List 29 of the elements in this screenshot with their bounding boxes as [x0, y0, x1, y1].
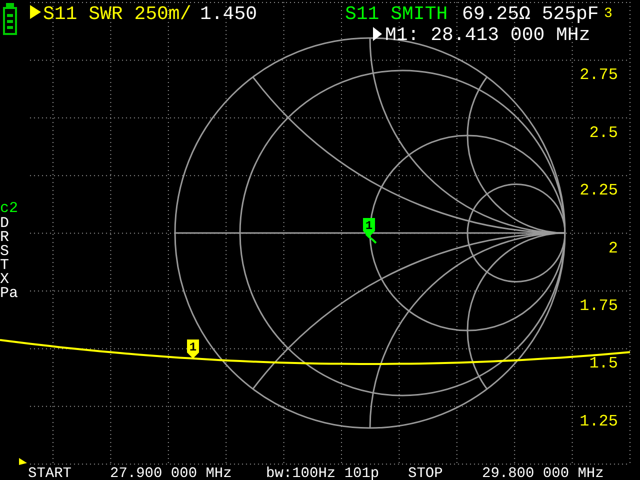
scale-label: 2: [608, 239, 618, 258]
trace-value: 1.450: [200, 3, 258, 25]
scale-label: 2.25: [580, 182, 618, 200]
trace-label: S11 SWR 250m/: [43, 3, 192, 25]
stop-label: STOP: [408, 466, 443, 480]
scale-label: 1.25: [580, 412, 618, 430]
side-panel-item: Pa: [0, 285, 18, 302]
stop-frequency: 29.800 000 MHz: [482, 466, 604, 480]
scale-label: 1.5: [589, 354, 618, 373]
marker-flag: 1: [363, 218, 375, 237]
trace-label: S11 SMITH: [345, 3, 448, 25]
marker-flag: 1: [187, 340, 199, 358]
scale-label: 2.75: [580, 66, 618, 84]
scale-label: 1.75: [580, 297, 618, 315]
side-panel-item: S: [0, 243, 10, 260]
scale-label: 2.5: [589, 124, 618, 142]
channel-number: 3: [604, 6, 612, 22]
bandwidth-label: bw:100Hz 101p: [266, 466, 380, 480]
side-panel-item: D: [0, 215, 10, 232]
side-panel-title: c2: [0, 200, 18, 217]
trace-value: 69.25Ω 525pF: [462, 3, 599, 25]
side-panel-item: X: [0, 271, 10, 288]
start-frequency: 27.900 000 MHz: [110, 466, 232, 480]
side-panel-item: R: [0, 229, 10, 246]
side-panel-item: T: [0, 257, 10, 274]
marker-frequency: M1: 28.413 000 MHz: [385, 24, 590, 46]
battery-icon: [3, 3, 17, 35]
start-label: START: [28, 466, 72, 480]
start-marker-icon: [19, 458, 27, 465]
